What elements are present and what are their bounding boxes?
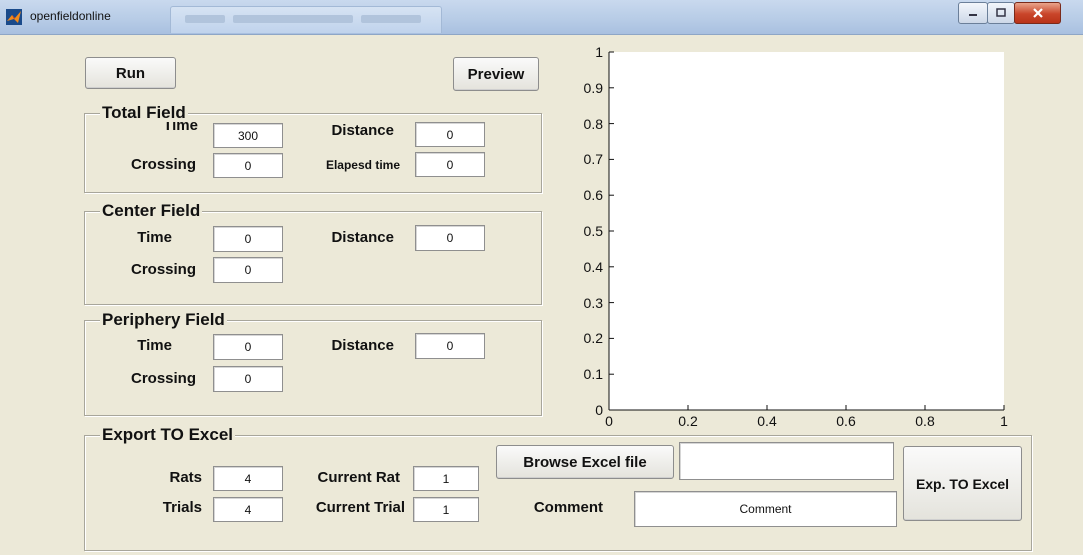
x-tick-label: 0.8 — [915, 413, 935, 429]
x-tick-label: 0.6 — [836, 413, 856, 429]
y-tick-label: 0.5 — [583, 223, 603, 239]
y-tick-label: 0.1 — [583, 366, 603, 383]
y-tick-label: 1 — [595, 44, 603, 60]
y-tick-label: 0.2 — [583, 330, 603, 347]
x-tick-label: 0.2 — [678, 413, 698, 429]
y-tick-label: 0.7 — [583, 151, 603, 168]
y-tick-label: 0.4 — [583, 258, 603, 275]
y-tick-label: 0.8 — [583, 115, 603, 132]
y-tick-label: 0.6 — [583, 187, 603, 204]
x-tick-label: 1 — [1000, 413, 1008, 429]
y-tick-label: 0.3 — [583, 294, 603, 311]
x-tick-label: 0.4 — [757, 413, 777, 429]
y-tick-label: 0.9 — [583, 79, 603, 96]
y-tick-label: 0 — [595, 402, 603, 418]
plot-axes — [608, 51, 1005, 411]
